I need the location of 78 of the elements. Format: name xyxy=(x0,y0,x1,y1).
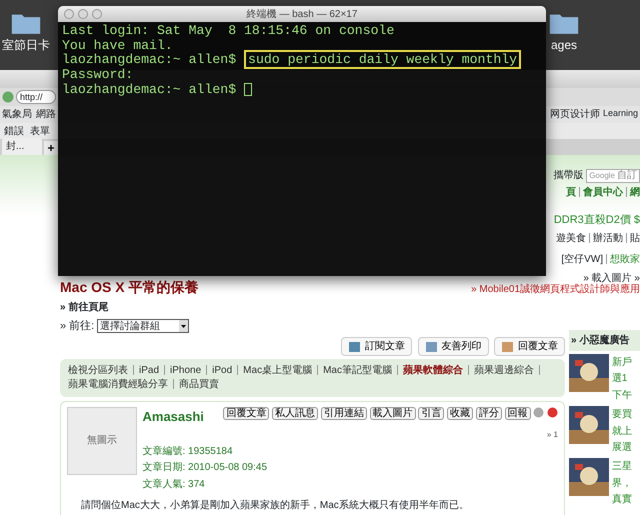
author-name[interactable]: Amasashi xyxy=(142,406,204,426)
search-field[interactable]: Google 自訂 xyxy=(586,168,640,182)
ad-text[interactable]: 界， xyxy=(612,478,632,489)
ad-text[interactable]: 新戶 xyxy=(612,356,632,368)
forum-nav-link[interactable]: 商品買賣 xyxy=(179,378,219,390)
post-button[interactable]: 回報 xyxy=(504,406,530,420)
toolbar-button[interactable]: 錯誤 xyxy=(4,124,24,138)
ad-text[interactable]: 選1 xyxy=(612,373,628,384)
action-button[interactable]: 回覆文章 xyxy=(494,337,565,356)
group-select[interactable]: 選擇討論群組 xyxy=(96,319,189,333)
forum-nav-link[interactable]: Mac桌上型電腦 xyxy=(243,364,312,376)
new-tab-button[interactable]: + xyxy=(44,141,58,155)
mobile-version-link[interactable]: 攜帶版 xyxy=(553,168,584,183)
member-link[interactable]: 想敗家 xyxy=(610,254,640,264)
terminal-output: You have mail. xyxy=(62,38,173,53)
go-to-bottom-link[interactable]: » 前往頁尾 xyxy=(60,300,565,315)
highlighted-command: sudo periodic daily weekly monthly xyxy=(244,50,522,70)
post-button[interactable]: 評分 xyxy=(476,406,502,420)
forum-nav-link[interactable]: 檢視分區列表 xyxy=(68,364,128,376)
forum-nav-link[interactable]: 蘋果週邊綜合 xyxy=(474,364,534,376)
browser-tab[interactable]: 封... xyxy=(2,138,42,155)
bookmark-link[interactable]: 氣象局 xyxy=(2,107,32,122)
post-button[interactable]: 回覆文章 xyxy=(223,406,270,420)
folder-label[interactable]: 室節日卡 xyxy=(2,36,50,54)
document-icon xyxy=(424,340,438,352)
google-logo: Google xyxy=(589,170,615,182)
forum-nav-link[interactable]: iPhone xyxy=(170,364,202,376)
post-button[interactable]: 收藏 xyxy=(447,406,473,420)
action-button[interactable]: 友善列印 xyxy=(418,337,488,356)
toolbar-button[interactable]: 表單 xyxy=(30,124,50,138)
top-link[interactable]: 網 xyxy=(630,187,640,198)
forum-nav-link[interactable]: Mac筆記型電腦 xyxy=(323,364,392,376)
ad-text[interactable]: 就上 xyxy=(612,426,632,436)
ad-text[interactable]: 下午 xyxy=(612,390,632,401)
folder-label[interactable]: ages xyxy=(550,36,578,54)
address-field[interactable]: http:// xyxy=(16,90,56,104)
post-button[interactable]: 私人訊息 xyxy=(272,406,318,420)
post-meta: 文章日期: 2010-05-08 09:45 xyxy=(142,462,268,474)
post-button[interactable]: 引用連結 xyxy=(320,406,367,420)
ad-text[interactable]: 三星 xyxy=(612,461,632,472)
member-link[interactable]: [空仔VW] xyxy=(561,254,603,264)
post-meta: 文章編號: 19355184 xyxy=(142,446,233,457)
action-button[interactable]: 訂閱文章 xyxy=(341,337,412,356)
no-image-label: 無圖示 xyxy=(87,434,117,448)
category-link[interactable]: 辦活動 xyxy=(593,232,623,244)
bookmark-link[interactable]: Learning xyxy=(602,107,638,122)
post-pager[interactable]: » 1 xyxy=(546,430,558,440)
forum-nav-link[interactable]: iPod xyxy=(212,364,232,376)
select-value: 選擇討論群組 xyxy=(100,320,160,334)
window-title: 終端機 — bash — 62×17 xyxy=(246,8,358,20)
forum-nav-link[interactable]: 蘋果電腦消費經驗分享 xyxy=(68,378,168,390)
document-icon xyxy=(501,340,515,352)
category-link[interactable]: 遊美食 xyxy=(556,232,586,244)
shell-prompt: laozhangdemac:~ allen$ xyxy=(62,82,236,97)
terminal-output: Password: xyxy=(62,67,134,82)
category-link[interactable]: 貼 xyxy=(630,232,640,244)
post-meta: 文章人氣: 374 xyxy=(142,478,205,490)
topic-title: Mac OS X 平常的保養 xyxy=(60,278,198,297)
top-link[interactable]: 頁 xyxy=(566,187,576,198)
ad-text[interactable]: 要買 xyxy=(612,409,632,420)
top-link[interactable]: 會員中心 xyxy=(583,187,623,198)
sidebar-title: » 小惡魔廣告 xyxy=(569,330,640,351)
post-button[interactable]: 引言 xyxy=(418,406,444,420)
go-to-label: » 前往: xyxy=(60,318,94,334)
bookmark-link[interactable]: 网页设计师 xyxy=(550,107,600,122)
ad-link[interactable]: DDR3直殺D2價 $ xyxy=(554,212,640,228)
post-body: 請問個位Mac大大，小弟算是剛加入蘋果家族的新手，Mac系統大概只有使用半年而已。 xyxy=(81,498,470,514)
recruit-link[interactable]: » Mobile01誠徵網頁程式設計師與應用 xyxy=(471,282,640,297)
terminal-output: Last login: Sat May 8 18:15:46 on console xyxy=(62,23,394,38)
ad-text[interactable]: 展選 xyxy=(612,442,632,453)
shell-prompt: laozhangdemac:~ allen$ xyxy=(62,52,236,68)
forum-nav-link[interactable]: iPad xyxy=(139,364,160,376)
bookmark-link[interactable]: 網路 xyxy=(36,107,56,122)
post-button[interactable]: 載入圖片 xyxy=(370,406,416,420)
forum-nav-link[interactable]: 蘋果軟體綜合 xyxy=(402,364,463,376)
search-placeholder: 自訂 xyxy=(617,168,637,183)
ad-text[interactable]: 真實 xyxy=(612,494,632,506)
document-icon xyxy=(348,340,362,352)
